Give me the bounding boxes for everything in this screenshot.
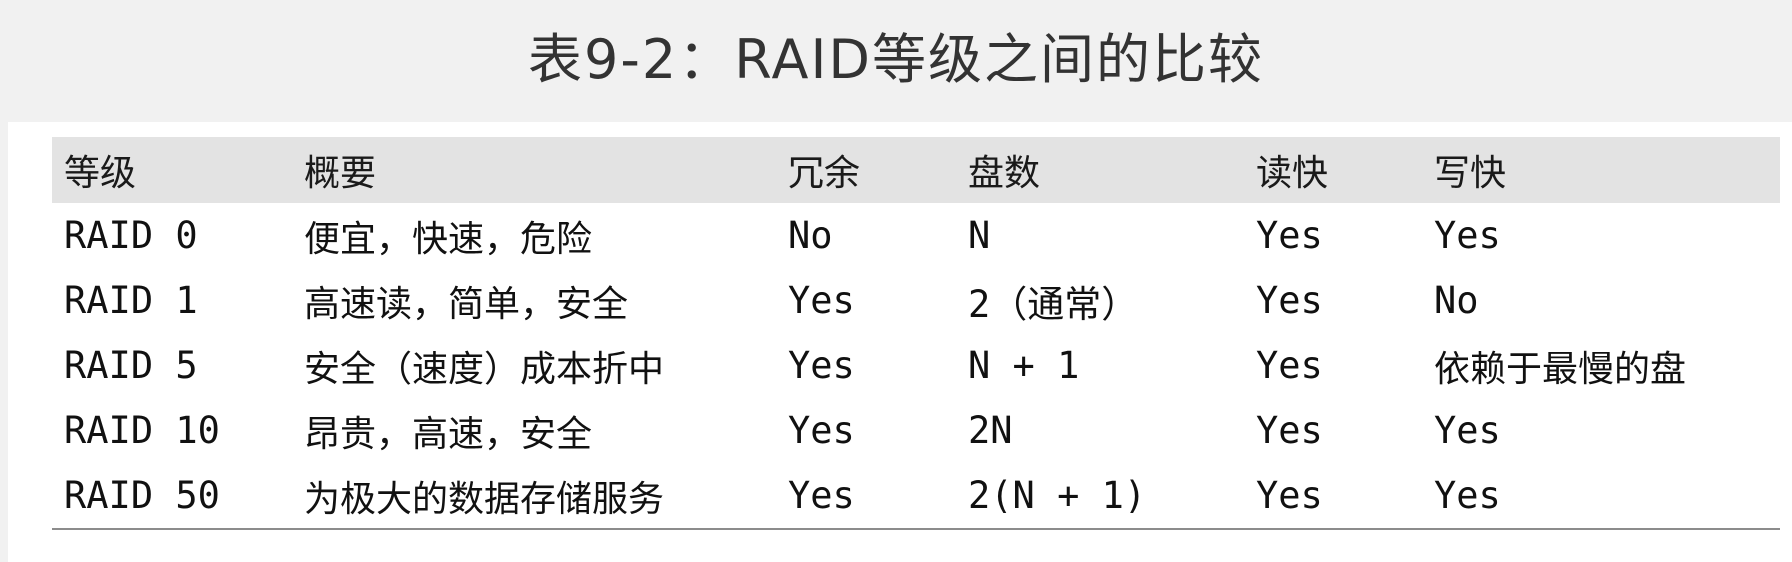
cell-disk-count: N + 1 xyxy=(968,344,1080,387)
header-disk-count: 盘数 xyxy=(968,153,1041,194)
header-write-fast: 写快 xyxy=(1434,153,1507,194)
raid-comparison-table: 等级 概要 冗余 盘数 读快 写快 RAID 0 便宜，快速，危险 No N Y… xyxy=(52,137,1780,530)
cell-read-fast: Yes xyxy=(1256,214,1323,257)
cell-redundancy: No xyxy=(788,214,833,257)
cell-write-fast: No xyxy=(1434,279,1479,322)
table-row: RAID 5 安全（速度）成本折中 Yes N + 1 Yes 依赖于最慢的盘 xyxy=(52,333,1780,398)
cell-level: RAID 1 xyxy=(64,279,198,322)
cell-read-fast: Yes xyxy=(1256,344,1323,387)
table-row: RAID 10 昂贵，高速，安全 Yes 2N Yes Yes xyxy=(52,398,1780,463)
table-header-row: 等级 概要 冗余 盘数 读快 写快 xyxy=(52,137,1780,203)
cell-summary: 昂贵，高速，安全 xyxy=(304,413,593,455)
cell-summary: 便宜，快速，危险 xyxy=(304,218,593,260)
cell-redundancy: Yes xyxy=(788,409,855,452)
cell-level: RAID 0 xyxy=(64,214,198,257)
cell-disk-count: N xyxy=(968,214,991,257)
header-summary: 概要 xyxy=(304,153,377,194)
cell-level: RAID 10 xyxy=(64,409,220,452)
table-caption: 表9-2：RAID等级之间的比较 xyxy=(528,28,1264,91)
table-row: RAID 0 便宜，快速，危险 No N Yes Yes xyxy=(52,203,1780,268)
header-redundancy: 冗余 xyxy=(788,153,861,194)
cell-read-fast: Yes xyxy=(1256,279,1323,322)
table-row: RAID 50 为极大的数据存储服务 Yes 2(N + 1) Yes Yes xyxy=(52,463,1780,530)
cell-read-fast: Yes xyxy=(1256,409,1323,452)
cell-redundancy: Yes xyxy=(788,279,855,322)
cell-write-fast: Yes xyxy=(1434,214,1501,257)
table-panel: 等级 概要 冗余 盘数 读快 写快 RAID 0 便宜，快速，危险 No N Y… xyxy=(8,122,1792,562)
cell-write-fast: Yes xyxy=(1434,409,1501,452)
cell-level: RAID 5 xyxy=(64,344,198,387)
cell-disk-count: 2N xyxy=(968,409,1013,452)
cell-read-fast: Yes xyxy=(1244,463,1422,530)
cell-redundancy: Yes xyxy=(788,344,855,387)
cell-disk-count: 2(N + 1) xyxy=(956,463,1244,530)
cell-summary: 为极大的数据存储服务 xyxy=(292,463,776,530)
cell-summary: 高速读，简单，安全 xyxy=(304,283,629,325)
header-read-fast: 读快 xyxy=(1256,153,1329,194)
cell-redundancy: Yes xyxy=(776,463,956,530)
cell-summary: 安全（速度）成本折中 xyxy=(304,348,665,390)
cell-disk-count: 2（通常） xyxy=(968,282,1139,326)
table-row: RAID 1 高速读，简单，安全 Yes 2（通常） Yes No xyxy=(52,268,1780,333)
header-level: 等级 xyxy=(64,153,137,194)
cell-write-fast: Yes xyxy=(1422,463,1780,530)
cell-write-fast: 依赖于最慢的盘 xyxy=(1434,348,1687,390)
cell-level: RAID 50 xyxy=(52,463,292,530)
